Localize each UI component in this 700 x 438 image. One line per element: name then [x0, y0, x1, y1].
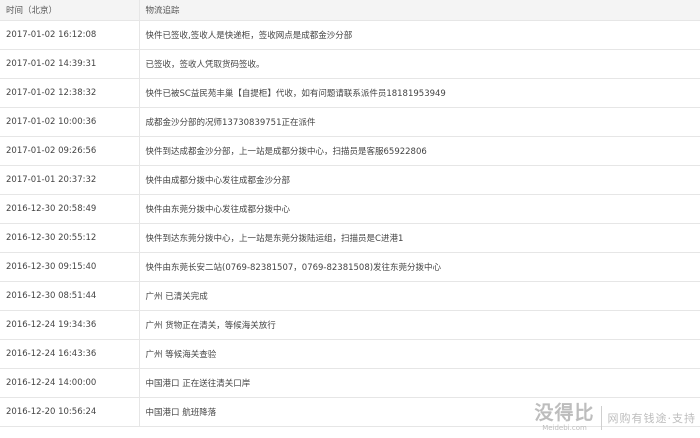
table-row: 2016-12-24 16:43:36 广州 等候海关查验 [0, 339, 700, 369]
cell-time: 2017-01-02 10:00:36 [0, 107, 140, 137]
table-header-row: 时间（北京） 物流追踪 [0, 0, 700, 21]
cell-time: 2017-01-02 09:26:56 [0, 136, 140, 166]
cell-time: 2016-12-30 09:15:40 [0, 252, 140, 282]
cell-time: 2016-12-24 16:43:36 [0, 339, 140, 369]
table-row: 2016-12-30 08:51:44 广州 已清关完成 [0, 281, 700, 311]
cell-time: 2017-01-02 16:12:08 [0, 20, 140, 50]
cell-status: 广州 已清关完成 [139, 281, 700, 311]
cell-time: 2016-12-20 10:56:24 [0, 397, 140, 427]
table-row: 2017-01-02 12:38:32 快件已被SC益民苑丰巢【自提柜】代收，如… [0, 78, 700, 108]
cell-status: 快件由成都分拨中心发往成都金沙分部 [139, 165, 700, 195]
cell-status: 已签收，签收人凭取货码签收。 [139, 49, 700, 79]
cell-time: 2016-12-24 19:34:36 [0, 310, 140, 340]
cell-status: 广州 等候海关查验 [139, 339, 700, 369]
table-row: 2016-12-24 14:00:00 中国港口 正在送往清关口岸 [0, 368, 700, 398]
cell-status: 中国港口 正在送往清关口岸 [139, 368, 700, 398]
logistics-table: 时间（北京） 物流追踪 2017-01-02 16:12:08 快件已签收,签收… [0, 0, 700, 427]
cell-status: 成都金沙分部的况师13730839751正在派件 [139, 107, 700, 137]
cell-status: 快件已被SC益民苑丰巢【自提柜】代收，如有问题请联系派件员18181953949 [139, 78, 700, 108]
cell-status: 快件已签收,签收人是快递柜，签收网点是成都金沙分部 [139, 20, 700, 50]
cell-status: 快件由东莞分拨中心发往成都分拨中心 [139, 194, 700, 224]
cell-time: 2017-01-02 14:39:31 [0, 49, 140, 79]
cell-status: 中国港口 航班降落 [139, 397, 700, 427]
table-row: 2017-01-02 14:39:31 已签收，签收人凭取货码签收。 [0, 49, 700, 79]
cell-time: 2017-01-02 12:38:32 [0, 78, 140, 108]
header-time: 时间（北京） [0, 0, 140, 21]
cell-status: 快件由东莞长安二站(0769-82381507，0769-82381508)发往… [139, 252, 700, 282]
cell-time: 2016-12-24 14:00:00 [0, 368, 140, 398]
cell-time: 2017-01-01 20:37:32 [0, 165, 140, 195]
table-row: 2016-12-30 20:58:49 快件由东莞分拨中心发往成都分拨中心 [0, 194, 700, 224]
table-row: 2017-01-01 20:37:32 快件由成都分拨中心发往成都金沙分部 [0, 165, 700, 195]
table-row: 2016-12-20 10:56:24 中国港口 航班降落 [0, 397, 700, 427]
cell-time: 2016-12-30 20:58:49 [0, 194, 140, 224]
cell-time: 2016-12-30 08:51:44 [0, 281, 140, 311]
cell-status: 广州 货物正在清关，等候海关放行 [139, 310, 700, 340]
header-tracking: 物流追踪 [139, 0, 700, 21]
table-row: 2017-01-02 09:26:56 快件到达成都金沙分部，上一站是成都分拨中… [0, 136, 700, 166]
table-row: 2016-12-30 09:15:40 快件由东莞长安二站(0769-82381… [0, 252, 700, 282]
cell-time: 2016-12-30 20:55:12 [0, 223, 140, 253]
table-row: 2016-12-24 19:34:36 广州 货物正在清关，等候海关放行 [0, 310, 700, 340]
table-row: 2017-01-02 10:00:36 成都金沙分部的况师13730839751… [0, 107, 700, 137]
cell-status: 快件到达成都金沙分部，上一站是成都分拨中心，扫描员是客服65922806 [139, 136, 700, 166]
cell-status: 快件到达东莞分拨中心，上一站是东莞分拨陆运组，扫描员是C进港1 [139, 223, 700, 253]
table-row: 2016-12-30 20:55:12 快件到达东莞分拨中心，上一站是东莞分拨陆… [0, 223, 700, 253]
table-row: 2017-01-02 16:12:08 快件已签收,签收人是快递柜，签收网点是成… [0, 20, 700, 50]
